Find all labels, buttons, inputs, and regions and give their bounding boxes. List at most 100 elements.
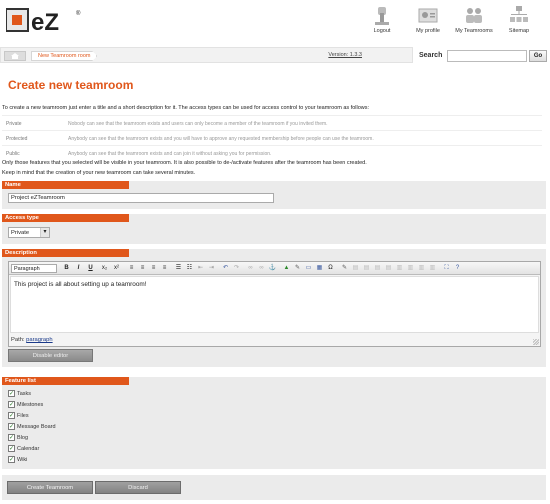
- intro-text: To create a new teamroom just enter a ti…: [2, 105, 370, 111]
- feature-item[interactable]: ✓ Blog: [8, 434, 28, 443]
- feature-item[interactable]: ✓ Milestones: [8, 401, 43, 410]
- breadcrumb[interactable]: New Teamroom room: [31, 51, 98, 61]
- profile-icon: [418, 8, 438, 23]
- access-type-row: Protected Anybody can see that the teamr…: [2, 130, 542, 145]
- table-icon[interactable]: ▦: [315, 264, 324, 273]
- checkbox-checked-icon[interactable]: ✓: [8, 456, 15, 464]
- disable-editor-button[interactable]: Disable editor: [8, 349, 93, 362]
- numbered-list-icon[interactable]: ☷: [185, 264, 194, 273]
- checkbox-checked-icon[interactable]: ✓: [8, 434, 15, 442]
- search-label: Search: [419, 52, 443, 59]
- insert-col-icon[interactable]: ▥: [395, 264, 404, 273]
- editor-path-label: Path:: [11, 337, 25, 343]
- go-button[interactable]: Go: [529, 50, 547, 62]
- logout-label: Logout: [373, 28, 391, 34]
- align-justify-icon[interactable]: ≡: [160, 264, 169, 273]
- checkbox-checked-icon[interactable]: ✓: [8, 423, 15, 431]
- name-input[interactable]: Project eZTeamroom: [8, 193, 274, 203]
- create-teamroom-button[interactable]: Create Teamroom: [7, 481, 93, 494]
- access-type-name: Protected: [6, 136, 28, 142]
- feature-item[interactable]: ✓ Files: [8, 412, 29, 421]
- feature-item[interactable]: ✓ Message Board: [8, 423, 56, 432]
- insert-row-icon[interactable]: ▤: [373, 264, 382, 273]
- format-select[interactable]: Paragraph: [11, 264, 57, 273]
- version-link[interactable]: Version: 1.3.3: [328, 52, 362, 58]
- feature-label: Blog: [17, 435, 29, 441]
- feature-label: Wiki: [17, 457, 28, 463]
- editor-path-link[interactable]: paragraph: [26, 337, 52, 343]
- delete-col-icon[interactable]: ▥: [406, 264, 415, 273]
- bullet-list-icon[interactable]: ☰: [174, 264, 183, 273]
- link-icon[interactable]: ∞: [246, 264, 255, 273]
- my-teamrooms-link[interactable]: My Teamrooms: [452, 4, 496, 34]
- feature-label: Milestones: [17, 402, 44, 408]
- feature-label: Calendar: [17, 446, 40, 452]
- logout-icon: [375, 7, 389, 25]
- fullscreen-icon[interactable]: ⛶: [442, 264, 451, 273]
- outdent-icon[interactable]: ⇤: [196, 264, 205, 273]
- undo-icon[interactable]: ↶: [221, 264, 230, 273]
- name-section-label: Name: [2, 181, 129, 189]
- help-icon[interactable]: ?: [453, 264, 462, 273]
- row-icon[interactable]: ▤: [351, 264, 360, 273]
- underline-icon[interactable]: U: [86, 264, 95, 273]
- my-profile-link[interactable]: My profile: [406, 4, 450, 34]
- access-type-name: Public: [6, 151, 20, 157]
- checkbox-checked-icon[interactable]: ✓: [8, 390, 15, 398]
- home-icon[interactable]: [4, 51, 26, 61]
- bold-icon[interactable]: B: [62, 264, 71, 273]
- checkbox-checked-icon[interactable]: ✓: [8, 412, 15, 420]
- redo-icon[interactable]: ↷: [232, 264, 241, 273]
- sitemap-icon: [510, 6, 528, 22]
- feature-list-label: Feature list: [2, 377, 129, 385]
- description-section-label: Description: [2, 249, 129, 257]
- editor-toolbar: Paragraph B I U x₂ x² ≡ ≡ ≡ ≡ ☰ ☷ ⇤ ⇥ ↶ …: [9, 262, 540, 275]
- custom-tag-icon[interactable]: ✎: [340, 264, 349, 273]
- checkbox-checked-icon[interactable]: ✓: [8, 445, 15, 453]
- sitemap-link[interactable]: Sitemap: [497, 4, 541, 34]
- file-icon[interactable]: ▭: [304, 264, 313, 273]
- align-right-icon[interactable]: ≡: [149, 264, 158, 273]
- ez-logo[interactable]: eZ ®: [5, 6, 86, 36]
- access-type-select[interactable]: Private ▾: [8, 227, 50, 238]
- access-type-desc: Anybody can see that the teamroom exists…: [68, 136, 374, 142]
- feature-item[interactable]: ✓ Wiki: [8, 456, 27, 465]
- access-type-row: Private Nobody can see that the teamroom…: [2, 115, 542, 130]
- description-textarea[interactable]: This project is all about setting up a t…: [10, 276, 539, 333]
- cell-icon[interactable]: ▤: [362, 264, 371, 273]
- svg-text:®: ®: [76, 10, 81, 17]
- editor-path: Path: paragraph: [11, 337, 53, 343]
- split-cell-icon[interactable]: ▥: [417, 264, 426, 273]
- features-note: Only those features that you selected wi…: [2, 160, 367, 166]
- align-center-icon[interactable]: ≡: [138, 264, 147, 273]
- teamrooms-icon: [466, 8, 482, 23]
- logo-text: eZ: [31, 9, 59, 34]
- superscript-icon[interactable]: x²: [112, 264, 121, 273]
- feature-label: Message Board: [17, 424, 56, 430]
- subscript-icon[interactable]: x₂: [100, 264, 109, 273]
- logout-link[interactable]: Logout: [360, 4, 404, 34]
- rich-text-editor: Paragraph B I U x₂ x² ≡ ≡ ≡ ≡ ☰ ☷ ⇤ ⇥ ↶ …: [8, 261, 541, 347]
- align-left-icon[interactable]: ≡: [127, 264, 136, 273]
- access-type-name: Private: [6, 121, 22, 127]
- object-icon[interactable]: ✎: [293, 264, 302, 273]
- my-teamrooms-label: My Teamrooms: [455, 28, 493, 34]
- resize-handle-icon[interactable]: [533, 339, 539, 345]
- checkbox-checked-icon[interactable]: ✓: [8, 401, 15, 409]
- feature-item[interactable]: ✓ Calendar: [8, 445, 39, 454]
- feature-item[interactable]: ✓ Tasks: [8, 390, 31, 399]
- unlink-icon[interactable]: ∞: [257, 264, 266, 273]
- sitemap-label: Sitemap: [508, 28, 530, 34]
- indent-icon[interactable]: ⇥: [207, 264, 216, 273]
- image-icon[interactable]: ▲: [282, 264, 291, 273]
- special-char-icon[interactable]: Ω: [326, 264, 335, 273]
- discard-button[interactable]: Discard: [95, 481, 181, 494]
- italic-icon[interactable]: I: [74, 264, 83, 273]
- delete-row-icon[interactable]: ▤: [384, 264, 393, 273]
- anchor-icon[interactable]: ⚓: [268, 264, 277, 273]
- merge-cell-icon[interactable]: ▥: [428, 264, 437, 273]
- feature-list-section: [2, 377, 546, 469]
- search-input[interactable]: [447, 50, 527, 62]
- access-type-row: Public Anybody can see that the teamroom…: [2, 145, 542, 160]
- my-profile-label: My profile: [416, 28, 440, 34]
